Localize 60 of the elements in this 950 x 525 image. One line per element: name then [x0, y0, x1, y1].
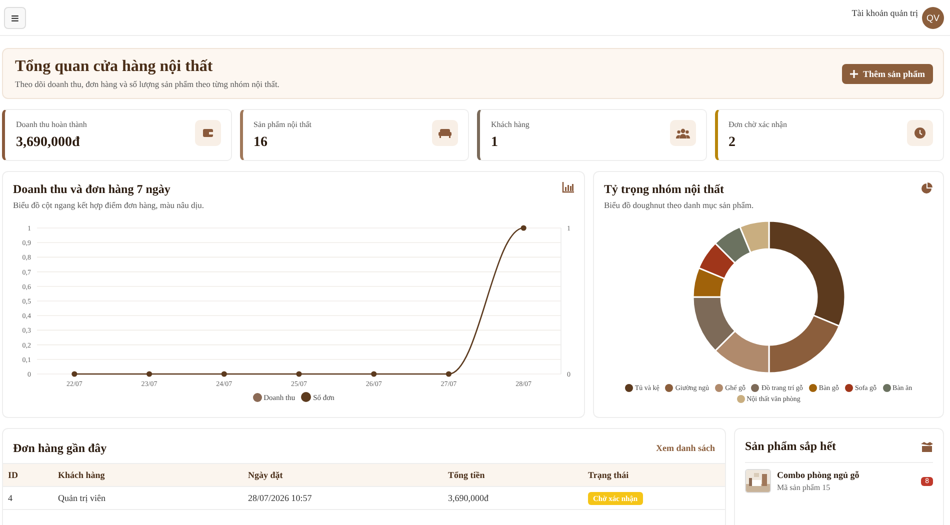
legend-swatch	[252, 392, 262, 402]
chart-subtitle: Biểu đồ cột ngang kết hợp điểm đơn hàng, màu nâu dịu.	[13, 200, 204, 210]
product-name: Combo phòng ngủ gỗ	[777, 470, 860, 480]
donut-slice	[698, 242, 736, 280]
chart-subtitle: Biểu đồ doughnut theo danh mục sản phẩm.	[604, 200, 754, 210]
box-icon	[921, 442, 933, 452]
wallet-icon	[202, 127, 214, 139]
legend-swatch	[844, 384, 853, 392]
donut-slice	[714, 226, 751, 264]
sofa-icon	[438, 127, 452, 139]
stat-value: 3,690,000đ	[16, 135, 81, 151]
stat-value: 1	[491, 135, 499, 151]
column-header: Tổng tiền	[443, 464, 583, 486]
donut-slice	[714, 330, 770, 374]
stat-label: Khách hàng	[491, 120, 530, 129]
legend-swatch	[665, 384, 674, 392]
column-header: ID	[3, 464, 53, 486]
data-point	[296, 371, 302, 377]
data-point	[520, 225, 526, 231]
users-icon	[676, 128, 690, 138]
legend-swatch	[751, 384, 760, 392]
table-cell: 4	[3, 486, 53, 510]
menu-button[interactable]: ≡	[4, 6, 26, 28]
legend-swatch	[715, 384, 724, 392]
stat-label: Doanh thu hoàn thành	[16, 120, 87, 129]
column-header: Khách hàng	[53, 464, 243, 486]
user-avatar[interactable]: QV	[922, 6, 944, 28]
view-list-link[interactable]: Xem danh sách	[656, 443, 715, 453]
table-cell: Quản trị viên	[53, 486, 243, 510]
data-point	[221, 371, 227, 377]
table-cell: 28/07/2026 10:57	[243, 486, 443, 510]
plus-icon	[850, 70, 858, 78]
section-title: Sản phẩm sắp hết	[745, 439, 836, 454]
legend-swatch	[624, 384, 633, 392]
stat-label: Đơn chờ xác nhận	[728, 120, 787, 129]
chart-title: Tỷ trọng nhóm nội thất	[604, 182, 726, 197]
clock-icon	[914, 127, 926, 139]
column-header: Trạng thái	[583, 464, 725, 486]
page-title: Tổng quan cửa hàng nội thất	[15, 58, 214, 76]
data-point	[146, 371, 152, 377]
legend-swatch	[736, 395, 745, 403]
pie-chart-icon	[921, 182, 933, 194]
column-header: Ngày đặt	[243, 464, 443, 486]
table-cell: 3,690,000đ	[443, 486, 583, 510]
legend-swatch	[808, 384, 817, 392]
chart-title: Doanh thu và đơn hàng 7 ngày	[13, 182, 172, 197]
stat-label: Sản phẩm nội thất	[254, 120, 312, 129]
data-point	[72, 371, 78, 377]
data-point	[371, 371, 377, 377]
stat-value: 2	[728, 135, 736, 151]
account-label: Tài khoản quản trị	[852, 8, 918, 18]
product-code: Mã sản phẩm 15	[777, 483, 832, 492]
legend-swatch	[301, 392, 312, 402]
page-subtitle: Theo dõi doanh thu, đơn hàng và số lượng sản phẩm theo từng nhóm nội thất.	[15, 79, 280, 89]
bar-chart-icon	[562, 182, 574, 193]
section-title: Đơn hàng gần đây	[13, 440, 107, 456]
add-product-button[interactable]: Thêm sản phẩm	[842, 64, 933, 84]
legend-swatch	[882, 384, 891, 392]
stat-value: 16	[254, 135, 268, 151]
data-point	[446, 371, 452, 377]
